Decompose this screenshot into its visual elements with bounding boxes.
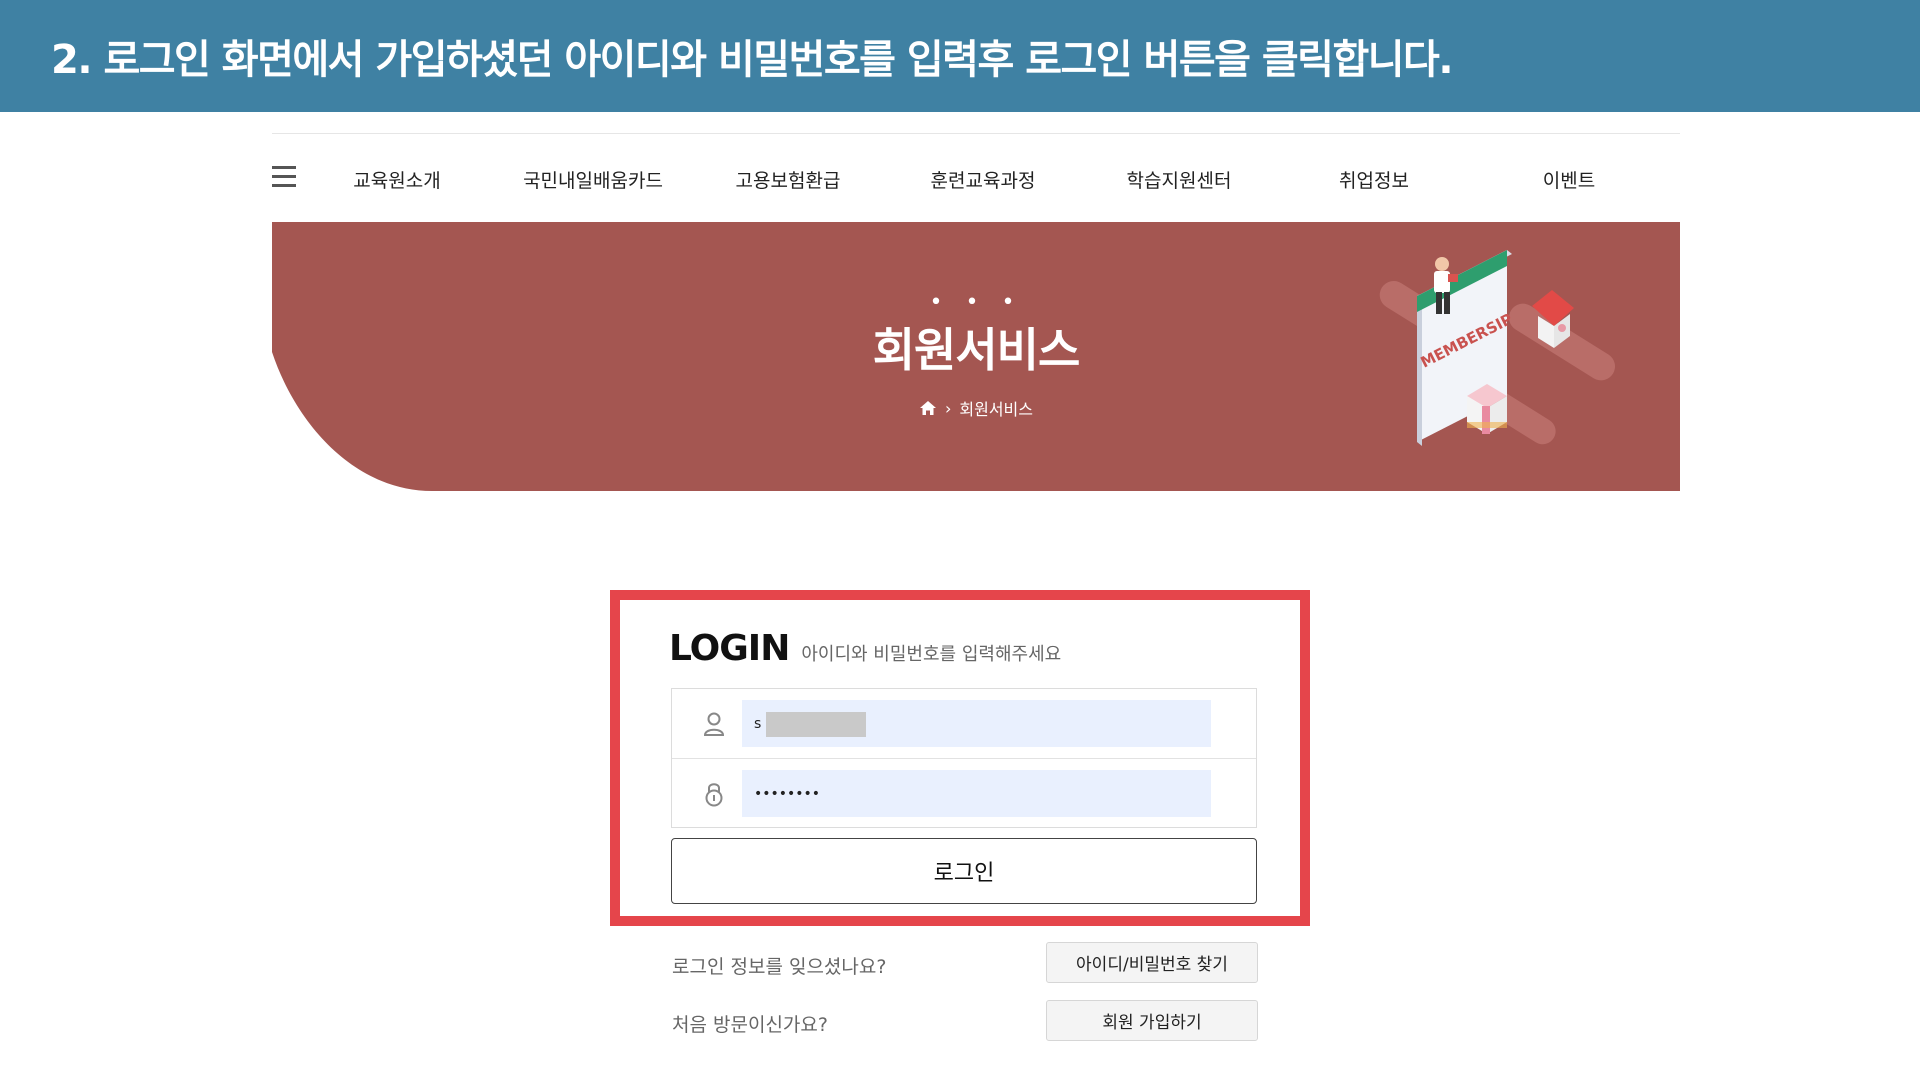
home-icon[interactable]: [919, 400, 937, 416]
breadcrumb-current: 회원서비스: [959, 400, 1033, 419]
login-button[interactable]: 로그인: [671, 838, 1257, 904]
lock-icon: [705, 783, 723, 807]
instruction-banner: 2. 로그인 화면에서 가입하셨던 아이디와 비밀번호를 입력후 로그인 버튼을…: [0, 0, 1920, 112]
login-fields: [671, 688, 1257, 828]
signup-row: 처음 방문이신가요? 회원 가입하기: [672, 1000, 1258, 1041]
nav-item-about[interactable]: 교육원소개: [353, 166, 440, 193]
password-row: [672, 758, 1256, 827]
nav-item-learning-card[interactable]: 국민내일배움카드: [523, 166, 663, 193]
password-input[interactable]: [742, 770, 1211, 817]
forgot-credentials-text: 로그인 정보를 잊으셨나요?: [672, 956, 887, 978]
instruction-text: 2. 로그인 화면에서 가입하셨던 아이디와 비밀번호를 입력후 로그인 버튼을…: [51, 37, 1454, 83]
username-row: [672, 689, 1256, 758]
main-navigation: 교육원소개 국민내일배움카드 고용보험환급 훈련교육과정 학습지원센터 취업정보…: [272, 150, 1680, 208]
login-heading: LOGIN 아이디와 비밀번호를 입력해주세요: [669, 628, 1061, 669]
login-title: LOGIN: [669, 628, 790, 669]
login-panel: LOGIN 아이디와 비밀번호를 입력해주세요 로그인: [610, 590, 1310, 926]
nav-item-courses[interactable]: 훈련교육과정: [931, 166, 1036, 193]
hamburger-menu-icon[interactable]: [272, 166, 296, 188]
user-icon: [703, 712, 725, 736]
login-subtitle: 아이디와 비밀번호를 입력해주세요: [801, 644, 1062, 665]
nav-item-insurance-refund[interactable]: 고용보험환급: [736, 166, 841, 193]
membership-illustration: MEMBERSIP: [1379, 250, 1616, 446]
first-visit-text: 처음 방문이신가요?: [672, 1014, 828, 1036]
nav-item-events[interactable]: 이벤트: [1543, 166, 1595, 193]
hero-banner: • • • 회원서비스 › 회원서비스 MEMBERSIP: [272, 222, 1680, 491]
forgot-credentials-row: 로그인 정보를 잊으셨나요? 아이디/비밀번호 찾기: [672, 942, 1258, 983]
header-divider: [272, 133, 1680, 134]
breadcrumb-separator: ›: [944, 398, 952, 418]
nav-item-jobs[interactable]: 취업정보: [1339, 166, 1409, 193]
redacted-username: [766, 712, 866, 737]
find-id-password-button[interactable]: 아이디/비밀번호 찾기: [1046, 942, 1258, 983]
nav-item-learning-support[interactable]: 학습지원센터: [1127, 166, 1232, 193]
signup-button[interactable]: 회원 가입하기: [1046, 1000, 1258, 1041]
